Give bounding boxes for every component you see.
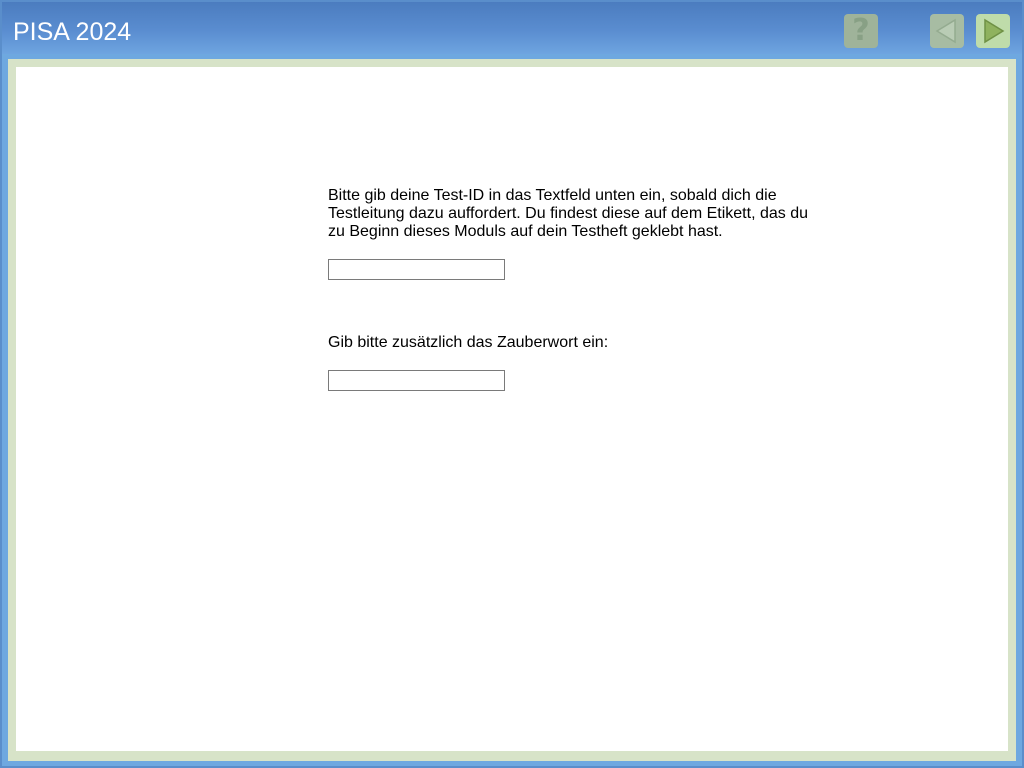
help-button[interactable]: ? (844, 14, 878, 48)
triangle-right-icon (984, 18, 1005, 44)
test-id-instruction: Bitte gib deine Test-ID in das Textfeld … (328, 187, 808, 240)
app-window: PISA 2024 ? Bitte gib deine Test-ID in d… (2, 2, 1022, 766)
test-id-input[interactable] (328, 259, 505, 280)
content-border: Bitte gib deine Test-ID in das Textfeld … (8, 59, 1016, 761)
app-title: PISA 2024 (13, 18, 132, 46)
next-button[interactable] (976, 14, 1010, 48)
question-mark-icon: ? (852, 13, 870, 48)
magic-word-input[interactable] (328, 370, 505, 391)
magic-word-instruction: Gib bitte zusätzlich das Zauberwort ein: (328, 334, 609, 351)
header-bar: PISA 2024 ? (2, 2, 1022, 54)
back-button[interactable] (930, 14, 964, 48)
content-panel: Bitte gib deine Test-ID in das Textfeld … (16, 67, 1008, 751)
triangle-left-icon (935, 18, 956, 44)
